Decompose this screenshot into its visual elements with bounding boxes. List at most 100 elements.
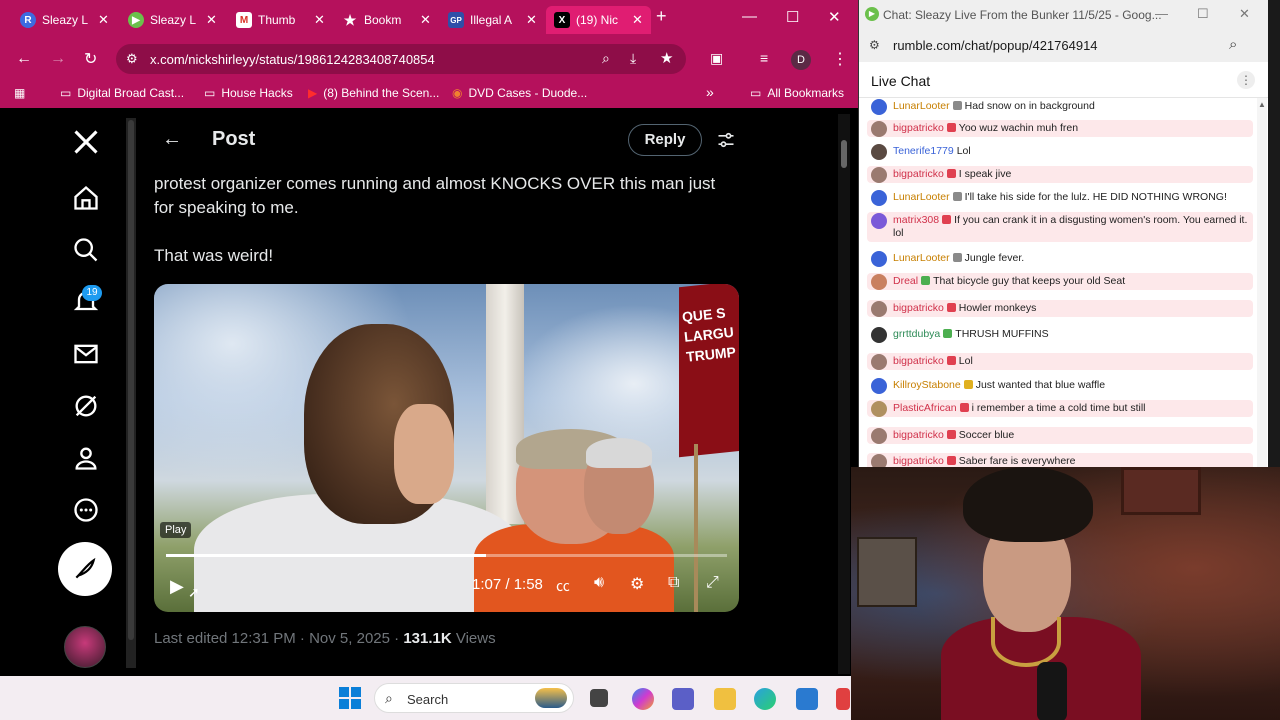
video-player[interactable]: QUE S LARGU TRUMP Play ▶ ➚ 1:07 / 1:58 ㏄…	[154, 284, 739, 612]
sliders-icon[interactable]	[716, 130, 736, 150]
maximize-icon[interactable]: ☐	[786, 8, 799, 26]
close-icon[interactable]: ✕	[526, 12, 537, 28]
close-window-icon[interactable]: ✕	[828, 8, 841, 26]
messages-mail-icon[interactable]	[72, 340, 100, 368]
chat-username[interactable]: Dreal	[893, 275, 918, 287]
app-icon[interactable]	[836, 688, 850, 710]
search-icon[interactable]: ⌕	[602, 50, 610, 67]
user-avatar[interactable]	[871, 121, 887, 137]
tab-3[interactable]: M Thumb ✕	[228, 6, 333, 34]
grok-icon[interactable]	[72, 392, 100, 420]
explore-search-icon[interactable]	[72, 236, 100, 264]
edge-icon[interactable]	[754, 688, 776, 710]
more-bookmarks-icon[interactable]: »	[706, 84, 714, 100]
task-view-icon[interactable]	[590, 689, 608, 707]
close-icon[interactable]: ✕	[632, 12, 643, 28]
page-scrollbar[interactable]	[838, 114, 850, 674]
video-progress-fill[interactable]	[166, 554, 486, 557]
user-avatar[interactable]	[871, 144, 887, 160]
play-icon[interactable]: ▶	[170, 576, 184, 597]
user-avatar[interactable]	[871, 354, 887, 370]
minimize-icon[interactable]: —	[742, 8, 757, 25]
media-control-icon[interactable]: ≡	[760, 50, 768, 66]
chat-scrollbar[interactable]: ▲	[1257, 98, 1267, 467]
chat-url-bar[interactable]: ⚙ rumble.com/chat/popup/421764914 ⌕	[859, 30, 1268, 62]
menu-kebab-icon[interactable]: ⋮	[832, 49, 848, 69]
user-avatar[interactable]	[871, 401, 887, 417]
back-arrow-icon[interactable]: ←	[162, 128, 182, 151]
page-scrollbar-thumb[interactable]	[841, 140, 847, 168]
chat-username[interactable]: LunarLooter	[893, 252, 950, 264]
user-avatar[interactable]	[871, 213, 887, 229]
copilot-icon[interactable]	[632, 688, 654, 710]
chat-username[interactable]: bigpatricko	[893, 302, 944, 314]
close-window-icon[interactable]: ✕	[1239, 6, 1250, 22]
site-info-icon[interactable]: ⚙	[869, 38, 880, 52]
close-icon[interactable]: ✕	[420, 12, 431, 28]
user-avatar[interactable]	[871, 454, 887, 467]
chat-username[interactable]: bigpatricko	[893, 122, 944, 134]
nav-scrollbar-thumb[interactable]	[128, 120, 134, 640]
user-avatar[interactable]	[871, 428, 887, 444]
taskbar-search[interactable]: ⌕ Search	[374, 683, 574, 713]
apps-grid-icon[interactable]: ▦	[14, 86, 25, 100]
zoom-search-icon[interactable]: ⌕	[1229, 36, 1237, 53]
chat-username[interactable]: KillroyStabone	[893, 379, 961, 391]
all-bookmarks-folder[interactable]: ▭ All Bookmarks	[750, 86, 844, 100]
bookmark-link[interactable]: ▶ (8) Behind the Scen...	[308, 86, 439, 100]
chat-username[interactable]: matrix308	[893, 214, 939, 226]
bookmark-folder[interactable]: ▭ Digital Broad Cast...	[60, 86, 184, 100]
tab-search-icon[interactable]: ▣	[710, 50, 723, 67]
user-avatar[interactable]	[871, 301, 887, 317]
home-icon[interactable]	[72, 184, 100, 212]
user-avatar[interactable]	[871, 99, 887, 115]
fullscreen-icon[interactable]: ⤢	[706, 574, 719, 592]
close-icon[interactable]: ✕	[98, 12, 109, 28]
volume-icon[interactable]: 🔊︎	[594, 574, 604, 592]
bookmark-folder[interactable]: ▭ House Hacks	[204, 86, 293, 100]
reload-icon[interactable]: ↻	[84, 49, 97, 69]
chat-username[interactable]: LunarLooter	[893, 191, 950, 203]
back-icon[interactable]: ←	[16, 50, 32, 68]
install-icon[interactable]: ⤓	[630, 50, 636, 67]
tab-1[interactable]: R Sleazy L ✕	[12, 6, 117, 34]
tab-6-active[interactable]: X (19) Nic ✕	[546, 6, 651, 34]
more-options-icon[interactable]	[72, 496, 100, 524]
file-explorer-icon[interactable]	[714, 688, 736, 710]
site-info-icon[interactable]: ⚙	[126, 51, 138, 67]
close-icon[interactable]: ✕	[206, 12, 217, 28]
user-avatar[interactable]	[871, 251, 887, 267]
user-avatar[interactable]	[871, 167, 887, 183]
tab-4[interactable]: ★ Bookm ✕	[334, 6, 439, 34]
teams-icon[interactable]	[672, 688, 694, 710]
x-logo-icon[interactable]	[72, 128, 100, 156]
chat-username[interactable]: bigpatricko	[893, 355, 944, 367]
tab-5[interactable]: GP Illegal A ✕	[440, 6, 545, 34]
reply-button[interactable]: Reply	[628, 124, 702, 156]
settings-gear-icon[interactable]: ⚙	[630, 574, 644, 594]
maximize-icon[interactable]: ☐	[1197, 6, 1209, 22]
account-avatar[interactable]	[64, 626, 106, 668]
profile-person-icon[interactable]	[72, 444, 100, 472]
windows-start-icon[interactable]	[339, 687, 361, 709]
chat-username[interactable]: LunarLooter	[893, 100, 950, 112]
compose-post-button[interactable]	[58, 542, 112, 596]
address-bar[interactable]: ⚙ x.com/nickshirleyy/status/198612428340…	[116, 44, 686, 74]
pip-icon[interactable]: ⧉	[668, 574, 679, 592]
chat-menu-kebab-icon[interactable]: ⋮	[1237, 71, 1255, 89]
forward-icon[interactable]: →	[50, 50, 66, 68]
chat-username[interactable]: grrttdubya	[893, 328, 940, 340]
tab-2[interactable]: ▶ Sleazy L ✕	[120, 6, 225, 34]
user-avatar[interactable]	[871, 327, 887, 343]
chat-username[interactable]: bigpatricko	[893, 429, 944, 441]
bookmark-link[interactable]: ◉ DVD Cases - Duode...	[452, 86, 587, 100]
chat-username[interactable]: bigpatricko	[893, 455, 944, 467]
captions-icon[interactable]: ㏄	[556, 576, 570, 596]
bookmark-star-icon[interactable]: ★	[660, 49, 673, 67]
new-tab-icon[interactable]: +	[656, 6, 667, 27]
chat-username[interactable]: bigpatricko	[893, 168, 944, 180]
chat-username[interactable]: PlasticAfrican	[893, 402, 957, 414]
user-avatar[interactable]	[871, 378, 887, 394]
chat-username[interactable]: Tenerife1779	[893, 145, 954, 157]
close-icon[interactable]: ✕	[314, 12, 325, 28]
